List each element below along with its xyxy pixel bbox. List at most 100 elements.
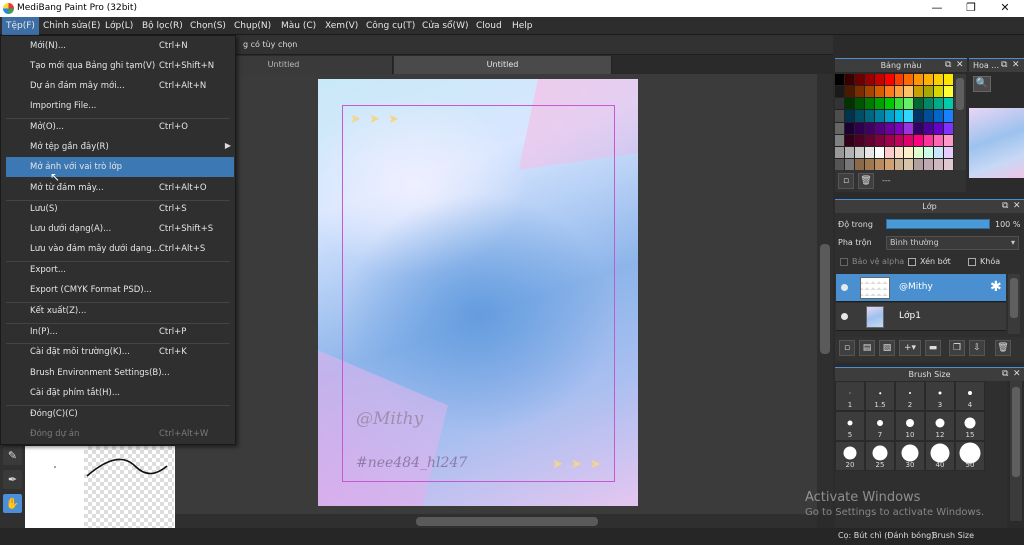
undock-icon[interactable]: ⧉ (1002, 368, 1008, 381)
tab-untitled-2[interactable]: Untitled (394, 56, 612, 74)
artwork-canvas[interactable]: ➤ ➤ ➤ ➤ ➤ ➤ @Mithy #nee484_hl247 (318, 79, 638, 506)
color-swatch[interactable] (864, 122, 874, 134)
color-swatch[interactable] (894, 146, 904, 158)
color-swatch[interactable] (934, 98, 944, 110)
merge-layer-icon[interactable]: ⇩ (969, 340, 985, 356)
visibility-eye-icon[interactable] (841, 313, 848, 320)
color-swatch-grid[interactable] (835, 74, 953, 170)
menu-file[interactable]: Tệp(F) (2, 17, 39, 35)
color-swatch[interactable] (924, 122, 934, 134)
color-swatch[interactable] (844, 86, 854, 98)
color-swatch[interactable] (904, 98, 914, 110)
color-swatch[interactable] (934, 134, 944, 146)
color-swatch[interactable] (854, 74, 864, 86)
color-swatch[interactable] (835, 122, 844, 134)
color-swatch[interactable] (934, 146, 944, 158)
color-swatch[interactable] (924, 86, 934, 98)
close-panel-icon[interactable]: ✕ (1013, 368, 1021, 381)
color-swatch[interactable] (924, 74, 934, 86)
color-swatch[interactable] (884, 134, 894, 146)
new-swatch-icon[interactable]: ▫ (838, 173, 854, 189)
color-swatch[interactable] (844, 158, 854, 170)
color-swatch[interactable] (894, 74, 904, 86)
color-swatch[interactable] (894, 110, 904, 122)
color-swatch[interactable] (924, 134, 934, 146)
menu-item-save-as[interactable]: Lưu dưới dạng(A)... Ctrl+Shift+S (6, 219, 234, 239)
color-swatch[interactable] (844, 122, 854, 134)
color-swatch[interactable] (914, 86, 924, 98)
eyedropper-tool-icon[interactable]: ✒ (3, 470, 22, 489)
brush-size-cell[interactable]: 50 (955, 441, 985, 471)
menu-layer[interactable]: Lớp(L) (105, 17, 133, 35)
brush-size-cell[interactable]: 10 (895, 411, 925, 441)
trash-icon[interactable]: 🗑 (995, 340, 1011, 356)
folder-icon[interactable]: ▬ (925, 340, 941, 356)
menu-view[interactable]: Xem(V) (325, 17, 358, 35)
menu-window[interactable]: Cửa sổ(W) (422, 17, 468, 35)
color-swatch[interactable] (844, 110, 854, 122)
new-layer-icon[interactable]: ▫ (839, 340, 855, 356)
menu-item-shortcut-settings[interactable]: Cài đặt phím tắt(H)... (6, 383, 234, 403)
navigator-thumbnail[interactable] (969, 108, 1024, 178)
color-swatch[interactable] (844, 98, 854, 110)
brush-size-cell[interactable]: 1 (835, 381, 865, 411)
undock-icon[interactable]: ⧉ (945, 59, 951, 72)
color-swatch[interactable] (835, 158, 844, 170)
menu-item-save-to-cloud-as[interactable]: Lưu vào đám mây dưới dạng... Ctrl+Alt+S (6, 239, 234, 259)
color-swatch[interactable] (835, 98, 844, 110)
color-swatch[interactable] (904, 74, 914, 86)
color-swatch[interactable] (934, 74, 944, 86)
color-swatch[interactable] (844, 74, 854, 86)
scroll-thumb[interactable] (416, 517, 598, 526)
brush-size-cell[interactable]: 4 (955, 381, 985, 411)
color-swatch[interactable] (864, 110, 874, 122)
color-swatch[interactable] (835, 74, 844, 86)
brush-size-cell[interactable]: 7 (865, 411, 895, 441)
brush-size-cell[interactable]: 15 (955, 411, 985, 441)
canvas-horizontal-scrollbar[interactable] (175, 514, 817, 528)
visibility-eye-icon[interactable] (841, 284, 848, 291)
clipping-checkbox[interactable] (908, 258, 916, 266)
close-panel-icon[interactable]: ✕ (1013, 200, 1021, 213)
restore-button[interactable]: ❐ (954, 0, 988, 17)
close-panel-icon[interactable]: ✕ (956, 59, 964, 72)
color-swatch[interactable] (874, 86, 884, 98)
color-swatch[interactable] (874, 98, 884, 110)
scroll-thumb[interactable] (956, 78, 964, 110)
layer-row-mithy[interactable]: @Mithy ✱ (836, 274, 1006, 302)
minimize-button[interactable]: — (920, 0, 954, 17)
color-swatch[interactable] (864, 98, 874, 110)
color-swatch[interactable] (894, 98, 904, 110)
menu-filter[interactable]: Bộ lọc(R) (142, 17, 183, 35)
color-swatch[interactable] (854, 86, 864, 98)
color-swatch[interactable] (874, 158, 884, 170)
color-swatch[interactable] (944, 86, 953, 98)
color-swatch[interactable] (884, 98, 894, 110)
menu-item-new-cloud-project[interactable]: Dự án đám mây mới... Ctrl+Alt+N (6, 76, 234, 96)
menu-color[interactable]: Màu (C) (281, 17, 316, 35)
new-8bit-layer-icon[interactable]: ▧ (879, 340, 895, 356)
color-swatch[interactable] (934, 110, 944, 122)
color-swatch[interactable] (884, 110, 894, 122)
opacity-slider[interactable] (886, 219, 990, 229)
menu-cloud[interactable]: Cloud (476, 17, 502, 35)
color-swatch[interactable] (924, 146, 934, 158)
color-swatch[interactable] (864, 146, 874, 158)
color-swatch[interactable] (854, 134, 864, 146)
color-swatch[interactable] (904, 110, 914, 122)
menu-capture[interactable]: Chụp(N) (234, 17, 271, 35)
brush-size-cell[interactable]: 5 (835, 411, 865, 441)
color-swatch[interactable] (904, 158, 914, 170)
color-swatch[interactable] (944, 74, 953, 86)
color-swatch[interactable] (894, 134, 904, 146)
color-swatch[interactable] (874, 146, 884, 158)
canvas-vertical-scrollbar[interactable] (817, 74, 833, 514)
menu-item-open[interactable]: Mở(O)... Ctrl+O (6, 117, 234, 137)
menu-help[interactable]: Help (512, 17, 533, 35)
color-swatch[interactable] (874, 74, 884, 86)
menu-item-brush-environment-settings[interactable]: Brush Environment Settings(B)... (6, 363, 234, 383)
zoom-icon[interactable]: 🔍 (973, 76, 991, 92)
color-swatch[interactable] (934, 122, 944, 134)
color-swatch[interactable] (904, 122, 914, 134)
menu-item-save[interactable]: Lưu(S) Ctrl+S (6, 199, 234, 219)
